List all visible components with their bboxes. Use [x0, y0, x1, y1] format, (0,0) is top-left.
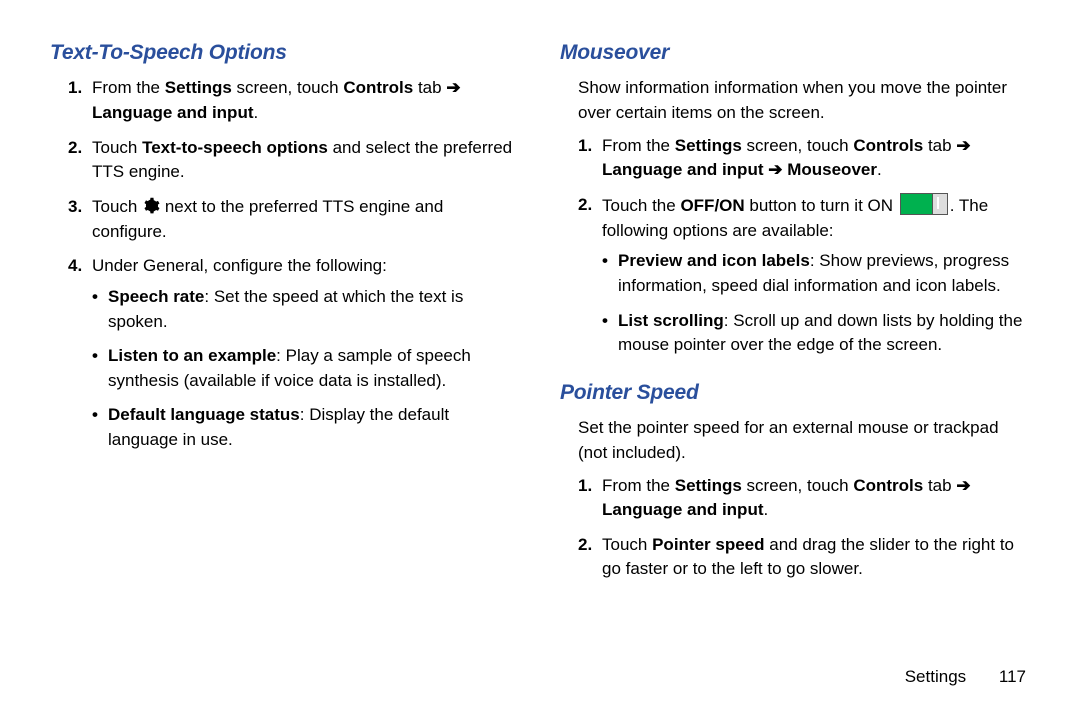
bullet-item: Preview and icon labels: Show previews, … [602, 249, 1030, 298]
footer-section: Settings [905, 667, 966, 686]
bullet-list: Speech rate: Set the speed at which the … [92, 285, 520, 453]
step: 2.Touch Pointer speed and drag the slide… [578, 533, 1030, 582]
heading-pointer-speed: Pointer Speed [560, 378, 1030, 408]
tts-steps: 1.From the Settings screen, touch Contro… [50, 76, 520, 462]
step-number: 1. [68, 76, 92, 125]
section-intro: Show information information when you mo… [578, 76, 1030, 125]
step: 4.Under General, configure the following… [68, 254, 520, 462]
step-number: 4. [68, 254, 92, 462]
step-number: 2. [578, 533, 602, 582]
step-body: From the Settings screen, touch Controls… [602, 134, 1030, 183]
step-number: 2. [68, 136, 92, 185]
steps-list: 1.From the Settings screen, touch Contro… [560, 474, 1030, 583]
step-body: From the Settings screen, touch Controls… [602, 474, 1030, 523]
footer-page: 117 [999, 667, 1026, 686]
page-columns: Text-To-Speech Options 1.From the Settin… [50, 38, 1030, 645]
step-body: Touch next to the preferred TTS engine a… [92, 195, 520, 244]
step-body: Touch Text-to-speech options and select … [92, 136, 520, 185]
step-number: 1. [578, 134, 602, 183]
step: 1.From the Settings screen, touch Contro… [68, 76, 520, 125]
heading-mouseover: Mouseover [560, 38, 1030, 68]
right-column: Mouseover Show information information wh… [560, 38, 1030, 645]
bullet-item: Speech rate: Set the speed at which the … [92, 285, 520, 334]
step: 2.Touch the OFF/ON button to turn it ON … [578, 193, 1030, 368]
bullet-item: List scrolling: Scroll up and down lists… [602, 309, 1030, 358]
gear-icon [142, 197, 160, 215]
step-body: From the Settings screen, touch Controls… [92, 76, 520, 125]
step-body: Touch the OFF/ON button to turn it ON . … [602, 193, 1030, 368]
bullet-item: Listen to an example: Play a sample of s… [92, 344, 520, 393]
step-number: 2. [578, 193, 602, 368]
on-toggle-icon [900, 193, 948, 215]
steps-list: 1.From the Settings screen, touch Contro… [560, 134, 1030, 368]
step-number: 3. [68, 195, 92, 244]
heading-tts: Text-To-Speech Options [50, 38, 520, 68]
page-footer: Settings 117 [50, 645, 1030, 690]
section-intro: Set the pointer speed for an external mo… [578, 416, 1030, 465]
bullet-list: Preview and icon labels: Show previews, … [602, 249, 1030, 358]
bullet-item: Default language status: Display the def… [92, 403, 520, 452]
step: 3.Touch next to the preferred TTS engine… [68, 195, 520, 244]
step: 1.From the Settings screen, touch Contro… [578, 474, 1030, 523]
step-body: Touch Pointer speed and drag the slider … [602, 533, 1030, 582]
step-number: 1. [578, 474, 602, 523]
step: 2.Touch Text-to-speech options and selec… [68, 136, 520, 185]
step-body: Under General, configure the following:S… [92, 254, 520, 462]
left-column: Text-To-Speech Options 1.From the Settin… [50, 38, 520, 645]
step: 1.From the Settings screen, touch Contro… [578, 134, 1030, 183]
